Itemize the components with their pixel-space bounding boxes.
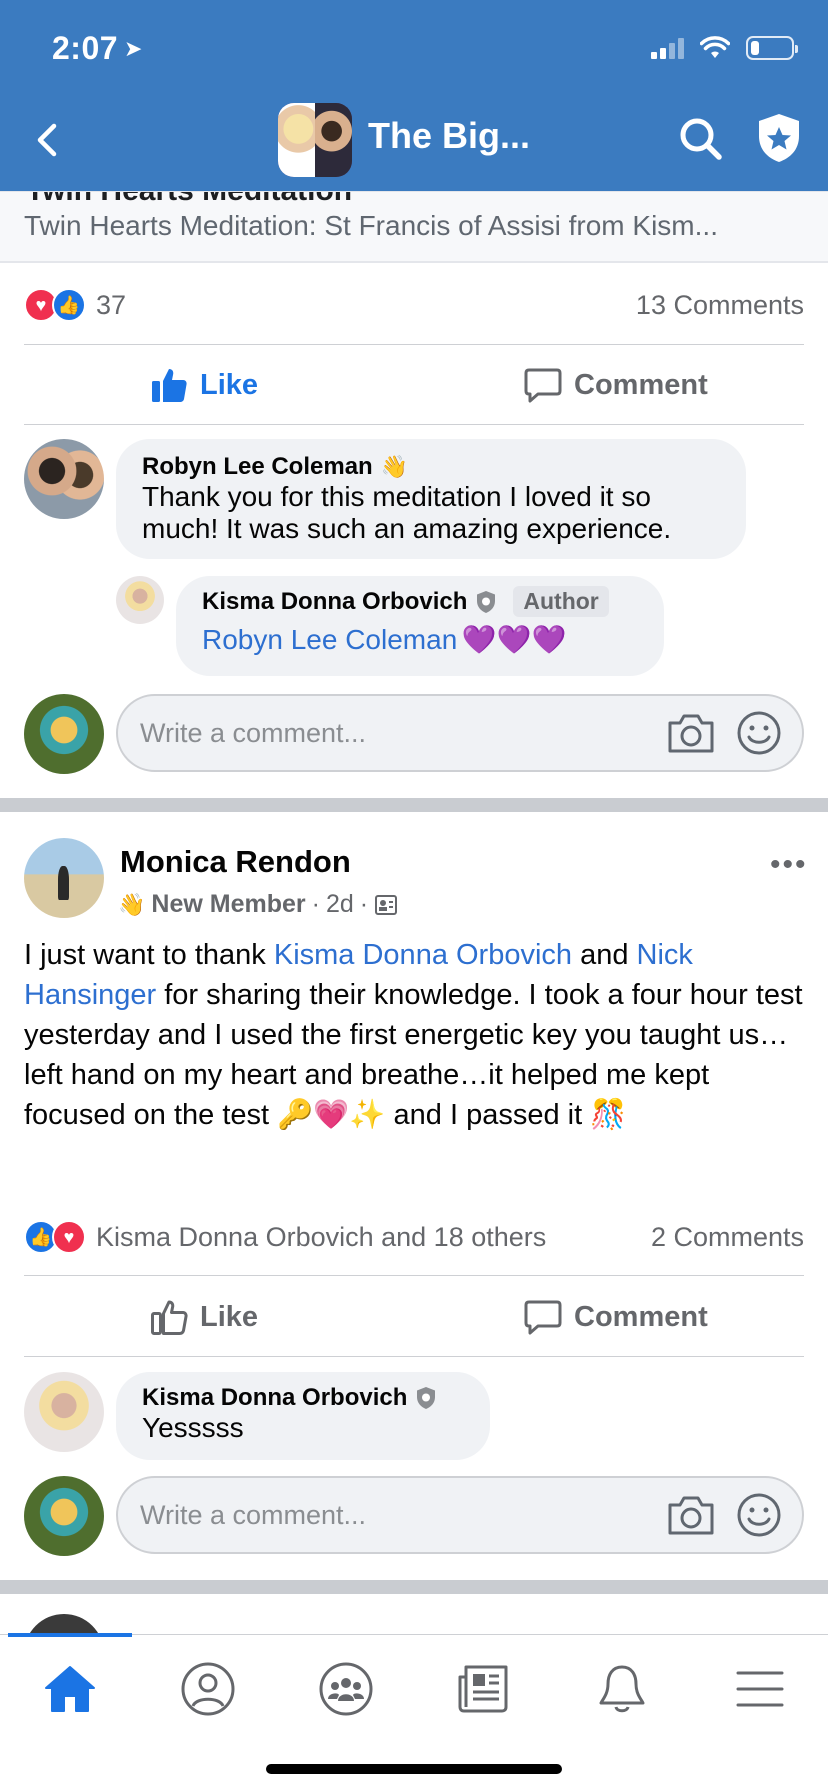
group-privacy-icon [375,894,398,915]
comment-icon [524,1300,562,1335]
comment-author[interactable]: Robyn Lee Coleman [142,453,373,481]
groups-icon [319,1662,373,1716]
author-badge: Author [513,586,609,617]
avatar [24,1476,104,1556]
nav-groups[interactable] [316,1659,376,1719]
reactions-text[interactable]: Kisma Donna Orbovich and 18 others [96,1222,546,1253]
admin-badge-icon [477,590,496,613]
like-reaction-icon: 👍 [52,288,86,322]
nav-home[interactable] [40,1659,100,1719]
comment-bubble[interactable]: Kisma Donna Orbovich Yesssss [116,1372,490,1460]
group-title[interactable]: The Big... [368,115,530,157]
post-emoji: 🎊 [590,1099,627,1131]
reply-bubble[interactable]: Kisma Donna Orbovich Author Robyn Lee Co… [176,576,664,676]
battery-icon [746,36,798,60]
location-arrow-icon: ➤ [124,36,143,61]
comment-label: Comment [574,1300,708,1333]
divider [24,1356,804,1357]
group-avatar[interactable] [278,103,352,177]
link-preview-cut-title: Twin Hearts Meditation [26,192,352,208]
like-label: Like [200,368,259,401]
like-outline-icon [151,1300,188,1335]
news-icon [458,1665,508,1713]
more-options-icon[interactable]: ••• [770,848,808,882]
post-text: I just want to thank [24,939,274,971]
comment-input-placeholder: Write a comment... [140,1499,367,1530]
divider [24,424,804,425]
bell-icon [599,1665,645,1713]
home-indicator [266,1764,562,1774]
comment-input[interactable]: Write a comment... [116,694,804,772]
back-icon[interactable] [30,118,66,162]
comment-input-placeholder: Write a comment... [140,717,367,748]
like-button[interactable]: Like [150,366,258,404]
camera-icon[interactable] [666,711,716,755]
nav-menu[interactable] [730,1659,790,1719]
reply-author[interactable]: Kisma Donna Orbovich [202,588,467,616]
post-separator [0,798,828,812]
avatar[interactable] [116,576,164,624]
nav-profile[interactable] [178,1659,238,1719]
reactions-summary[interactable]: 👍 ♥ Kisma Donna Orbovich and 18 others 2… [24,1212,804,1262]
post-mention[interactable]: Kisma Donna Orbovich [274,939,572,971]
comment-button[interactable]: Comment [524,366,708,404]
link-preview-card[interactable]: Twin Hearts Meditation Twin Hearts Medit… [0,191,828,263]
comment-icon [524,368,562,403]
cellular-signal-icon [651,37,684,59]
wave-badge-icon: 👋 [380,454,409,479]
post-text: and [572,939,637,971]
admin-badge-icon [417,1387,436,1409]
link-preview-title: Twin Hearts Meditation: St Francis of As… [24,210,718,241]
comment-label: Comment [574,368,708,401]
like-filled-icon [152,369,187,402]
post-text: and I passed it [385,1099,591,1131]
post-time[interactable]: 2d [326,890,354,919]
avatar [24,694,104,774]
nav-news[interactable] [454,1659,514,1719]
comment-text: Thank you for this meditation I loved it… [142,481,672,544]
member-label: New Member [151,890,306,918]
search-icon[interactable] [678,116,724,162]
reply-mention[interactable]: Robyn Lee Coleman [202,624,457,655]
comment-button[interactable]: Comment [524,1298,708,1336]
post-emoji: 🔑💗✨ [277,1099,386,1131]
comment-input[interactable]: Write a comment... [116,1476,804,1554]
reply-emoji: 💜💜💜 [461,624,567,655]
nav-notifications[interactable] [592,1659,652,1719]
post-meta: 👋 New Member · 2d · [118,890,398,919]
comments-count[interactable]: 13 Comments [636,290,804,321]
emoji-icon[interactable] [736,1492,782,1538]
comment-author[interactable]: Kisma Donna Orbovich [142,1384,407,1412]
wave-badge-icon: 👋 [118,891,146,917]
status-time: 2:07 ➤ [52,30,143,66]
reactions-count: 37 [96,289,127,320]
reactions-summary[interactable]: ♥ 👍 37 13 Comments [24,280,804,330]
active-tab-indicator [8,1633,132,1637]
avatar[interactable] [24,1372,104,1452]
comment-bubble[interactable]: Robyn Lee Coleman 👋 Thank you for this me… [116,439,746,559]
like-button[interactable]: Like [150,1298,258,1336]
avatar[interactable] [24,838,104,918]
wifi-icon [700,36,730,58]
post-author[interactable]: Monica Rendon [120,844,351,880]
comment-text: Yesssss [142,1412,244,1443]
menu-icon [736,1671,784,1707]
admin-shield-icon[interactable] [756,112,802,164]
like-label: Like [200,1300,259,1333]
comments-count[interactable]: 2 Comments [651,1222,804,1253]
love-reaction-icon: ♥ [52,1220,86,1254]
emoji-icon[interactable] [736,710,782,756]
divider [24,344,804,345]
divider [24,1275,804,1276]
avatar[interactable] [24,439,104,519]
profile-icon [181,1662,235,1716]
battery-level [751,41,759,55]
post-separator [0,1580,828,1594]
status-indicators [651,36,798,60]
camera-icon[interactable] [666,1493,716,1537]
home-icon [45,1666,95,1712]
top-bar: 2:07 ➤ The Big... [0,0,828,191]
post-body: I just want to thank Kisma Donna Orbovic… [24,935,814,1135]
